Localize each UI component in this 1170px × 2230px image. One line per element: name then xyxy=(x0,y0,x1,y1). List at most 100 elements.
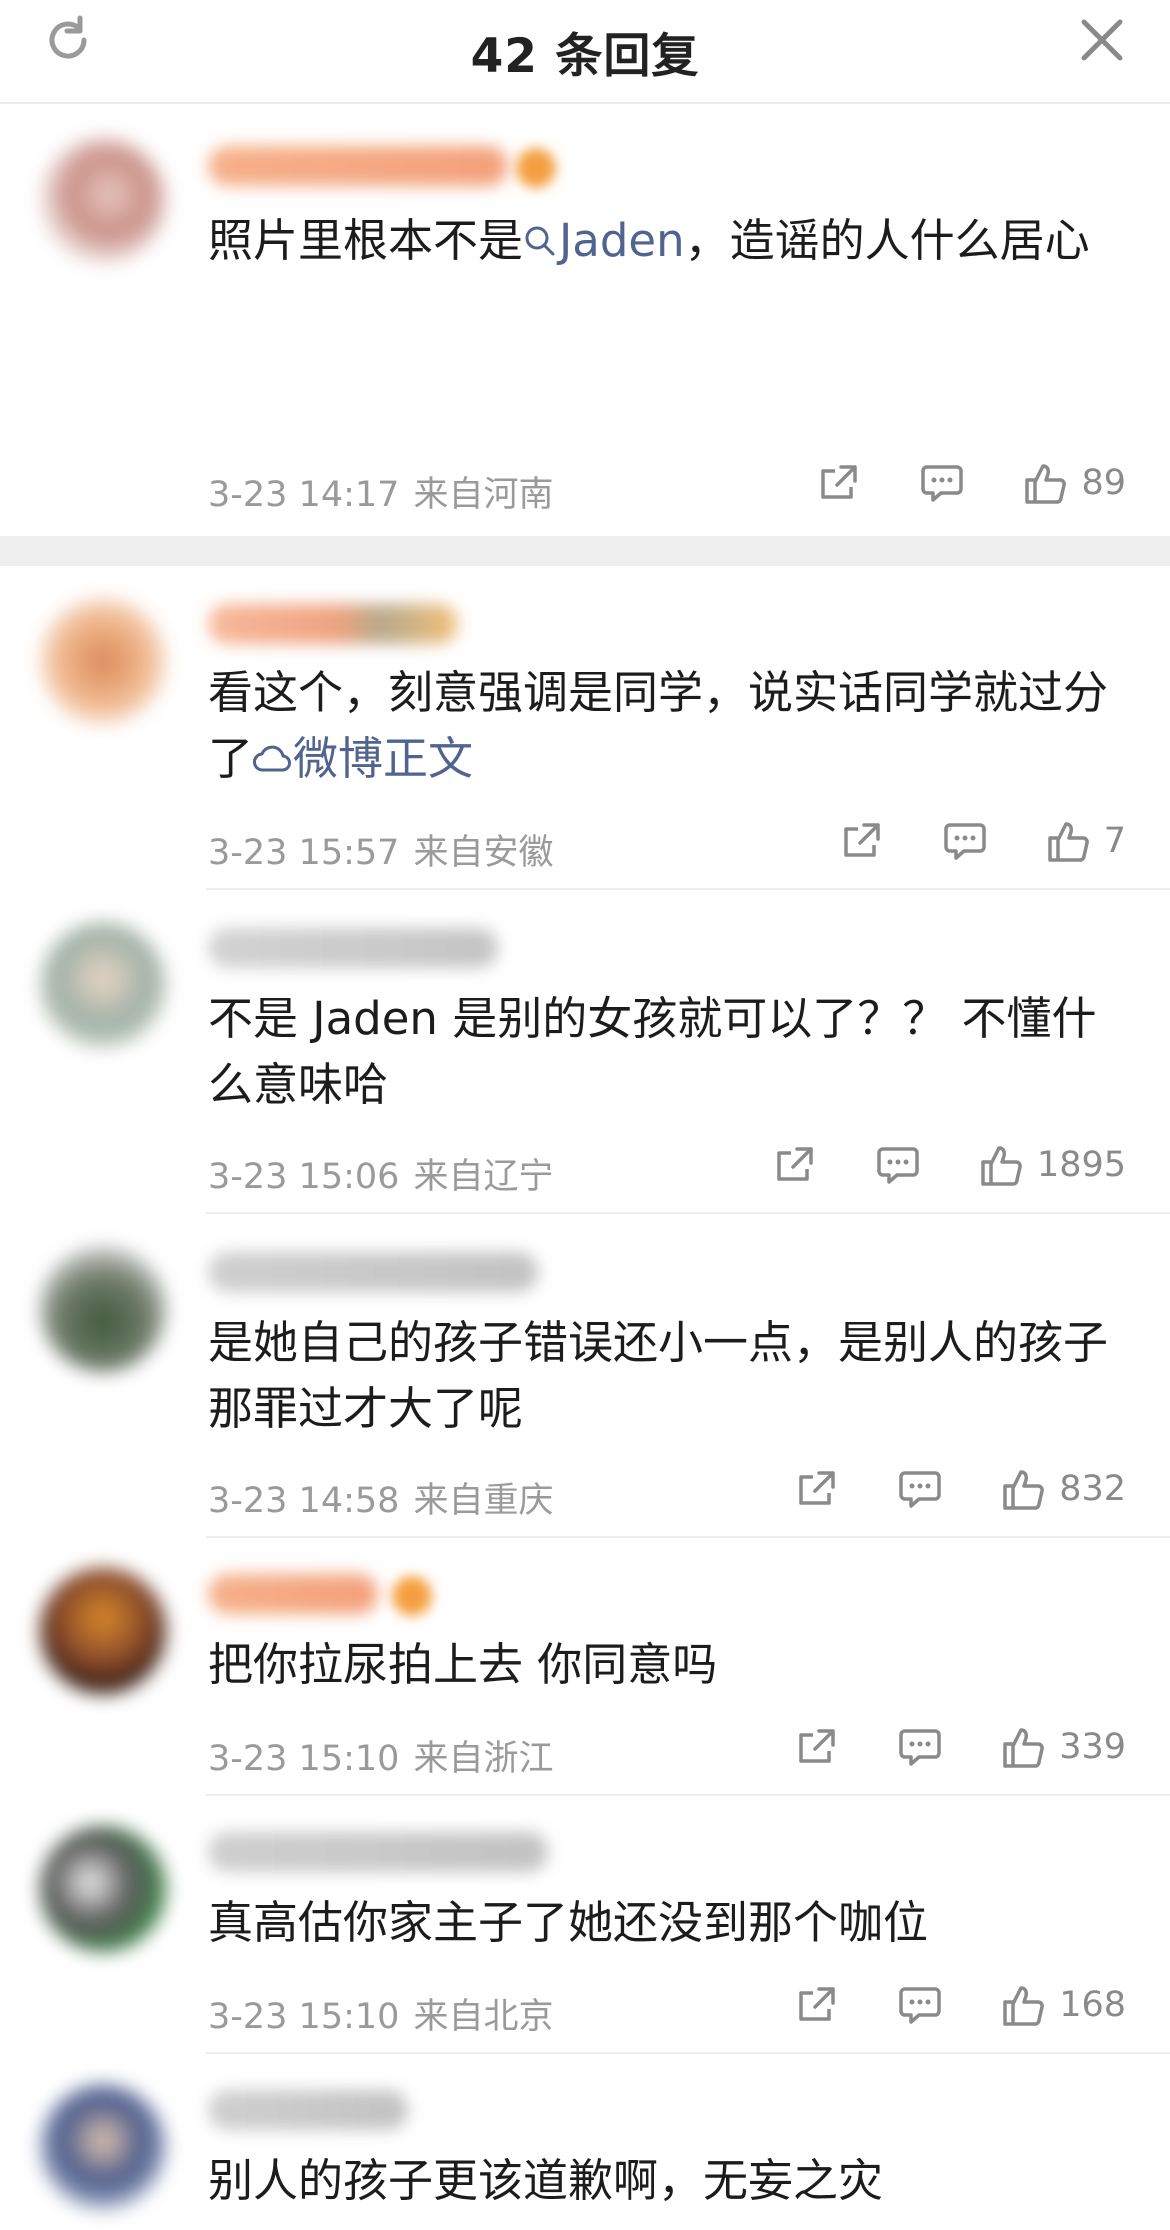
verified-badge-icon xyxy=(392,1576,432,1616)
comment-icon xyxy=(943,823,986,860)
comment-time: 3-23 15:06 xyxy=(208,1157,400,1197)
avatar[interactable] xyxy=(40,1246,166,1372)
thumbs-up-icon xyxy=(1003,1728,1045,1768)
reply-button[interactable] xyxy=(897,1467,943,1511)
like-count: 339 xyxy=(1059,1727,1126,1767)
comment-text: 别人的孩子更该道歉啊，无妄之灾 xyxy=(208,2154,884,2207)
comment-meta: 3-23 14:58 来自重庆 xyxy=(208,1472,553,1523)
comment-text: 是她自己的孩子错误还小一点，是别人的孩子那罪过才大了呢 xyxy=(208,1316,1109,1435)
thumbs-up-icon xyxy=(1003,1986,1045,2026)
share-icon xyxy=(799,1729,835,1763)
share-button[interactable] xyxy=(817,461,861,505)
comment-region: 来自重庆 xyxy=(413,1481,554,1521)
comment-actions: 832 xyxy=(795,1466,1126,1512)
username[interactable] xyxy=(208,146,508,186)
comment-icon xyxy=(899,1729,941,1766)
comment-region: 来自北京 xyxy=(413,1997,554,2037)
section-divider xyxy=(0,536,1170,566)
username[interactable] xyxy=(208,604,458,644)
verified-badge-icon xyxy=(516,148,556,188)
comment-item: 看这个，刻意强调是同学，说实话同学就过分了 微博正文 3-23 15:57 来自安徽… xyxy=(0,566,1170,890)
like-count: 168 xyxy=(1059,1985,1126,2025)
like-count: 832 xyxy=(1059,1469,1126,1509)
username[interactable] xyxy=(208,1574,378,1614)
comment-meta: 3-23 15:10 来自浙江 xyxy=(208,1730,553,1781)
comment-time: 3-23 14:17 xyxy=(208,475,400,515)
comment-time: 3-23 15:10 xyxy=(208,1997,400,2037)
comment-region: 来自安徽 xyxy=(413,833,554,873)
avatar[interactable] xyxy=(40,138,166,264)
comment-meta: 3-23 15:57 来自安徽 xyxy=(208,824,553,875)
comment-actions: 168 xyxy=(795,1982,1126,2028)
comment-text: 照片里根本不是 Jaden，造谣的人什么居心 xyxy=(208,214,1090,267)
comment-text: 真高估你家主子了她还没到那个咖位 xyxy=(208,1896,929,1949)
share-icon xyxy=(843,823,880,857)
comment-time: 3-23 15:57 xyxy=(208,833,400,873)
comment-actions: 339 xyxy=(795,1724,1126,1770)
search-icon xyxy=(525,226,555,256)
thumbs-up-icon xyxy=(1025,464,1067,504)
share-button[interactable] xyxy=(795,1983,839,2027)
reply-button[interactable] xyxy=(875,1143,921,1187)
comment-text: 把你拉尿拍上去 你同意吗 xyxy=(208,1638,718,1691)
avatar[interactable] xyxy=(40,1826,166,1952)
avatar[interactable] xyxy=(40,922,166,1048)
avatar[interactable] xyxy=(40,1568,166,1694)
comment-actions: 89 xyxy=(817,460,1126,506)
share-icon xyxy=(777,1147,813,1181)
reply-button[interactable] xyxy=(897,1725,943,1769)
avatar[interactable] xyxy=(40,2084,166,2210)
comment-actions: 1895 xyxy=(773,1142,1126,1188)
like-button[interactable]: 89 xyxy=(1023,460,1126,506)
comment-region: 来自河南 xyxy=(413,475,554,515)
comment-meta: 3-23 15:06 来自辽宁 xyxy=(208,1148,553,1199)
comment-text: 看这个，刻意强调是同学，说实话同学就过分了 微博正文 xyxy=(208,666,1109,785)
comment-item: 是她自己的孩子错误还小一点，是别人的孩子那罪过才大了呢 3-23 14:58 来自… xyxy=(0,1214,1170,1538)
comment-item: 把你拉尿拍上去 你同意吗 3-23 15:10 来自浙江 339 xyxy=(0,1538,1170,1796)
reply-button[interactable] xyxy=(897,1983,943,2027)
like-button[interactable]: 339 xyxy=(1001,1724,1126,1770)
like-button[interactable]: 7 xyxy=(1046,818,1126,864)
comment-time: 3-23 14:58 xyxy=(208,1481,400,1521)
refresh-icon[interactable] xyxy=(40,12,96,68)
comment-actions: 7 xyxy=(840,818,1126,864)
username[interactable] xyxy=(208,928,498,968)
header-bar: 42 条回复 xyxy=(0,0,1170,104)
weibo-post-link[interactable]: 微博正文 xyxy=(253,732,473,785)
share-icon xyxy=(799,1987,835,2021)
reply-button[interactable] xyxy=(942,819,988,863)
comment-item: 别人的孩子更该道歉啊，无妄之灾 xyxy=(0,2054,1170,2230)
thumbs-up-icon xyxy=(1003,1470,1045,1510)
comment-meta: 3-23 14:17 来自河南 xyxy=(208,466,553,517)
share-icon xyxy=(799,1471,835,1505)
share-button[interactable] xyxy=(840,819,884,863)
like-count: 7 xyxy=(1103,821,1126,861)
share-icon xyxy=(821,465,858,499)
like-count: 89 xyxy=(1081,463,1126,503)
share-button[interactable] xyxy=(773,1143,817,1187)
comment-region: 来自辽宁 xyxy=(413,1157,554,1197)
comment-icon xyxy=(899,1471,941,1508)
search-link[interactable]: Jaden xyxy=(523,214,685,267)
thumbs-up-icon xyxy=(1047,822,1089,862)
avatar[interactable] xyxy=(40,598,166,724)
comment-time: 3-23 15:10 xyxy=(208,1739,400,1779)
share-button[interactable] xyxy=(795,1725,839,1769)
username[interactable] xyxy=(208,2090,408,2130)
username[interactable] xyxy=(208,1832,548,1872)
comment-icon xyxy=(921,465,964,502)
comment-icon xyxy=(899,1987,941,2024)
comment-text: 不是 Jaden 是别的女孩就可以了？？ 不懂什么意味哈 xyxy=(208,992,1097,1111)
share-button[interactable] xyxy=(795,1467,839,1511)
like-button[interactable]: 1895 xyxy=(979,1142,1126,1188)
like-count: 1895 xyxy=(1036,1145,1126,1185)
page-title: 42 条回复 xyxy=(470,28,700,84)
like-button[interactable]: 832 xyxy=(1001,1466,1126,1512)
reply-button[interactable] xyxy=(919,461,965,505)
comment-icon xyxy=(877,1147,919,1184)
comment-item: 照片里根本不是 Jaden，造谣的人什么居心 3-23 14:17 来自河南 89 xyxy=(0,104,1170,515)
username[interactable] xyxy=(208,1252,538,1292)
comment-item: 不是 Jaden 是别的女孩就可以了？？ 不懂什么意味哈 3-23 15:06 来… xyxy=(0,890,1170,1214)
like-button[interactable]: 168 xyxy=(1001,1982,1126,2028)
close-icon[interactable] xyxy=(1076,14,1128,66)
